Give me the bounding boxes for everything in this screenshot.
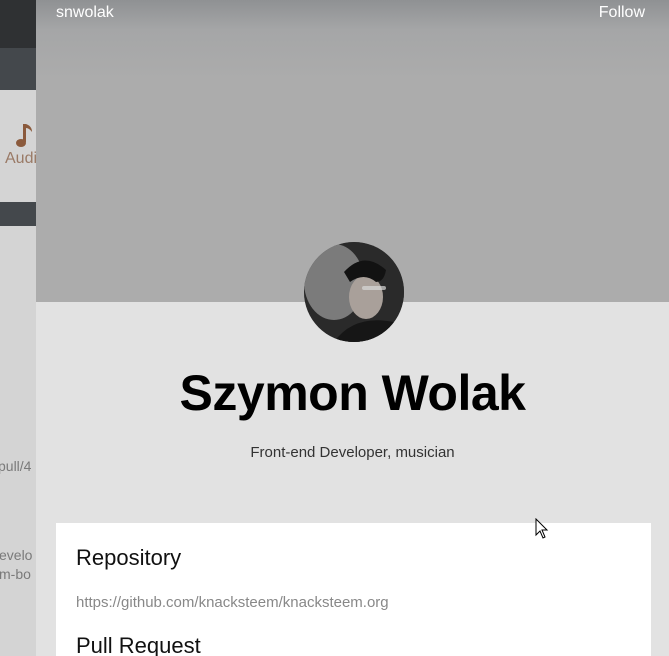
mouse-cursor-icon — [535, 518, 549, 539]
contribution-card: Repository https://github.com/knacksteem… — [56, 523, 651, 656]
avatar-photo — [304, 242, 404, 342]
repository-link[interactable]: https://github.com/knacksteem/knacksteem… — [76, 594, 389, 611]
profile-username[interactable]: snwolak — [56, 4, 114, 22]
profile-overlay: snwolak Follow Szymon Wolak Front-end De… — [36, 0, 669, 656]
background-section-bar — [0, 202, 36, 226]
background-page: Audi pull/4 evelo m-bo — [0, 0, 36, 656]
background-description-line: m-bo — [0, 566, 31, 582]
background-navbar — [0, 48, 36, 90]
avatar — [304, 242, 404, 342]
profile-bio: Front-end Developer, musician — [250, 444, 455, 461]
background-link-text: pull/4 — [0, 458, 32, 474]
background-topbar — [0, 0, 36, 48]
background-description-line: evelo — [0, 547, 33, 563]
background-description-text: evelo m-bo — [0, 546, 32, 584]
music-note-icon[interactable] — [14, 122, 34, 150]
follow-button[interactable]: Follow — [599, 4, 645, 22]
audio-category-label[interactable]: Audi — [5, 150, 36, 168]
repository-heading: Repository — [76, 545, 182, 570]
profile-name: Szymon Wolak — [179, 365, 526, 421]
pull-request-heading: Pull Request — [76, 633, 201, 656]
